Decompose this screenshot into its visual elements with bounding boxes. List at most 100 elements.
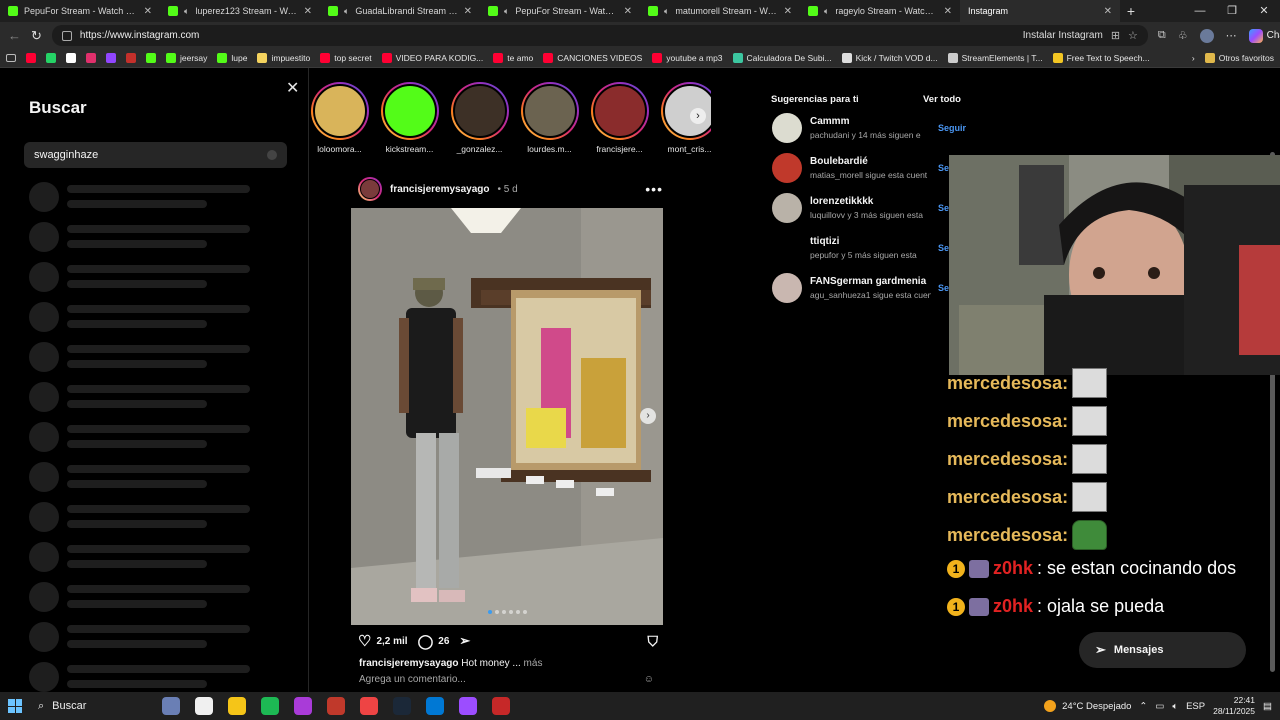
notifications-icon[interactable]: ▤ bbox=[1263, 701, 1272, 712]
bookmark-item[interactable] bbox=[66, 53, 76, 63]
network-icon[interactable]: ▭ bbox=[1155, 701, 1164, 712]
speaker-icon[interactable]: 🔈︎ bbox=[184, 6, 189, 17]
see-all-link[interactable]: Ver todo bbox=[923, 94, 961, 105]
post-options-icon[interactable]: ••• bbox=[645, 181, 663, 197]
bookmark-icon[interactable]: ⛉ bbox=[648, 633, 659, 650]
story-item[interactable]: kickstream... bbox=[379, 82, 440, 158]
back-icon[interactable]: ← bbox=[8, 28, 21, 43]
speaker-icon[interactable]: 🔈︎ bbox=[824, 6, 829, 17]
close-search-icon[interactable]: ✕ bbox=[286, 78, 299, 98]
browser-tab[interactable]: 🔈︎ PepuFor Stream - Watch Live ✕ bbox=[480, 0, 640, 22]
emoji-icon[interactable]: ☺ bbox=[644, 674, 654, 685]
suggestion-username[interactable]: lorenzetikkkk bbox=[810, 196, 873, 207]
browser-tab[interactable]: 🔈︎ luperez123 Stream - Watch Live ✕ bbox=[160, 0, 320, 22]
bookmark-item[interactable] bbox=[126, 53, 136, 63]
stories-next-icon[interactable]: › bbox=[690, 108, 706, 124]
like-count[interactable]: 2,2 mil bbox=[376, 636, 407, 647]
new-tab-button[interactable]: + bbox=[1120, 3, 1142, 19]
bookmark-item[interactable] bbox=[26, 53, 36, 63]
bookmark-item[interactable] bbox=[86, 53, 96, 63]
bookmark-item[interactable]: CANCIONES VIDEOS bbox=[543, 53, 642, 63]
speaker-icon[interactable]: 🔈︎ bbox=[664, 6, 669, 17]
caption-username[interactable]: francisjeremysayago bbox=[359, 658, 459, 669]
install-icon[interactable]: ⊞ bbox=[1111, 29, 1120, 42]
speaker-icon[interactable]: 🔈︎ bbox=[344, 6, 349, 17]
heart-icon[interactable]: ♡ bbox=[358, 632, 371, 650]
suggestion-avatar[interactable] bbox=[772, 273, 802, 303]
install-app-button[interactable]: Instalar Instagram bbox=[1023, 30, 1103, 41]
suggestion-username[interactable]: ttiqtizi bbox=[810, 236, 839, 247]
close-tab-icon[interactable]: ✕ bbox=[624, 6, 632, 17]
bookmark-item[interactable]: youtube a mp3 bbox=[652, 53, 723, 63]
story-item[interactable]: _gonzalez... bbox=[449, 82, 510, 158]
bookmark-item[interactable]: Calculadora De Subi... bbox=[732, 53, 832, 63]
weather-widget[interactable]: 24°C Despejado bbox=[1044, 700, 1131, 712]
bookmark-item[interactable]: Free Text to Speech... bbox=[1052, 53, 1150, 63]
close-tab-icon[interactable]: ✕ bbox=[464, 6, 472, 17]
bookmark-item[interactable]: VIDEO PARA KODIG... bbox=[381, 53, 483, 63]
bookmark-item[interactable] bbox=[46, 53, 56, 63]
story-item[interactable]: francisjere... bbox=[589, 82, 650, 158]
taskbar-app-icon[interactable] bbox=[162, 697, 180, 715]
share-icon[interactable]: ➢ bbox=[459, 633, 470, 649]
comment-icon[interactable]: ◯ bbox=[418, 633, 434, 650]
extensions-icon[interactable]: ⧉ bbox=[1158, 29, 1166, 42]
speaker-icon[interactable]: 🔈︎ bbox=[504, 6, 509, 17]
bookmark-item[interactable]: top secret bbox=[320, 53, 372, 63]
browser-tab[interactable]: Instagram ✕ bbox=[960, 0, 1120, 22]
post-author-avatar[interactable] bbox=[358, 177, 382, 201]
browser-tab[interactable]: PepuFor Stream - Watch Live ✕ bbox=[0, 0, 160, 22]
taskbar-app-icon[interactable] bbox=[294, 697, 312, 715]
taskbar-app-icon[interactable] bbox=[327, 697, 345, 715]
maximize-icon[interactable]: ❐ bbox=[1216, 0, 1248, 22]
profile-avatar[interactable] bbox=[1199, 28, 1214, 43]
close-tab-icon[interactable]: ✕ bbox=[784, 6, 792, 17]
bookmark-item[interactable]: Kick / Twitch VOD d... bbox=[841, 53, 938, 63]
taskbar-app-icon[interactable] bbox=[228, 697, 246, 715]
taskbar-app-icon[interactable] bbox=[492, 697, 510, 715]
copilot-chat-button[interactable]: Chat bbox=[1248, 28, 1280, 43]
browser-tab[interactable]: 🔈︎ rageylo Stream - Watch Live ✕ bbox=[800, 0, 960, 22]
taskbar-app-icon[interactable] bbox=[261, 697, 279, 715]
taskbar-app-icon[interactable] bbox=[426, 697, 444, 715]
sidebar-icon[interactable] bbox=[6, 54, 16, 62]
bookmark-item[interactable]: te amo bbox=[493, 53, 533, 63]
search-input[interactable]: swagginhaze bbox=[24, 142, 287, 168]
suggestion-avatar[interactable] bbox=[772, 153, 802, 183]
taskbar-app-icon[interactable] bbox=[360, 697, 378, 715]
browser-tab[interactable]: 🔈︎ matumorell Stream - Watch Live ✕ bbox=[640, 0, 800, 22]
bookmark-item[interactable]: jeersay bbox=[166, 53, 207, 63]
favorite-star-icon[interactable]: ☆ bbox=[1128, 29, 1138, 42]
suggestion-avatar[interactable] bbox=[772, 233, 802, 263]
suggestion-avatar[interactable] bbox=[772, 113, 802, 143]
close-window-icon[interactable]: ✕ bbox=[1248, 0, 1280, 22]
chevron-right-icon[interactable]: › bbox=[1192, 53, 1195, 63]
post-username[interactable]: francisjeremysayago bbox=[390, 184, 490, 195]
bookmark-item[interactable]: lupe bbox=[217, 53, 247, 63]
close-tab-icon[interactable]: ✕ bbox=[144, 6, 152, 17]
caption-more-link[interactable]: más bbox=[524, 658, 543, 669]
taskbar-app-icon[interactable] bbox=[195, 697, 213, 715]
url-field[interactable]: https://www.instagram.com Instalar Insta… bbox=[51, 25, 1148, 46]
site-info-icon[interactable] bbox=[61, 30, 72, 41]
comment-field[interactable]: Agrega un comentario... ☺ bbox=[359, 674, 654, 685]
post-image[interactable] bbox=[351, 208, 663, 625]
tray-expand-icon[interactable]: ⌃ bbox=[1139, 701, 1147, 712]
volume-icon[interactable]: 🔈︎ bbox=[1172, 701, 1178, 712]
start-icon[interactable] bbox=[8, 699, 22, 713]
performance-icon[interactable]: ♧ bbox=[1178, 29, 1188, 42]
menu-icon[interactable]: ⋯ bbox=[1226, 29, 1237, 42]
taskbar-app-icon[interactable] bbox=[393, 697, 411, 715]
clear-search-icon[interactable] bbox=[267, 150, 277, 160]
reload-icon[interactable]: ↻ bbox=[31, 28, 42, 44]
suggestion-username[interactable]: Cammm bbox=[810, 116, 849, 127]
other-bookmarks[interactable]: Otros favoritos bbox=[1204, 53, 1274, 63]
close-tab-icon[interactable]: ✕ bbox=[944, 6, 952, 17]
bookmark-item[interactable]: impuestito bbox=[257, 53, 310, 63]
story-item[interactable]: loloomora... bbox=[309, 82, 370, 158]
bookmark-item[interactable] bbox=[106, 53, 116, 63]
minimize-icon[interactable]: — bbox=[1184, 0, 1216, 22]
browser-tab[interactable]: 🔈︎ GuadaLibrandi Stream - Watch Live ✕ bbox=[320, 0, 480, 22]
bookmark-item[interactable] bbox=[146, 53, 156, 63]
bookmark-item[interactable]: StreamElements | T... bbox=[947, 53, 1043, 63]
